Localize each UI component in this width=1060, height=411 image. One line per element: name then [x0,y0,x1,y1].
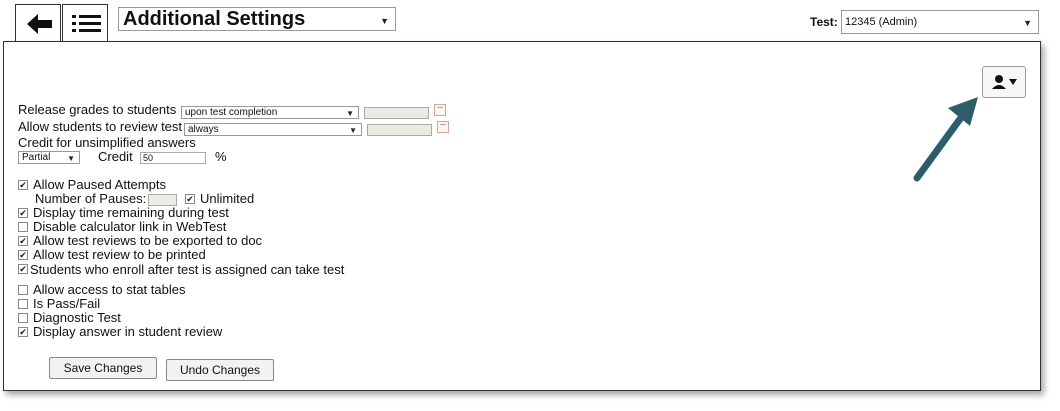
allow-paused-attempts-label: Allow Paused Attempts [33,177,166,192]
percent-label: % [215,149,227,164]
disable-calculator-label: Disable calculator link in WebTest [33,219,227,234]
release-grades-select[interactable]: upon test completion ▼ [181,106,359,119]
unlimited-checkbox[interactable]: ✔ [185,194,195,204]
diagnostic-test-checkbox[interactable] [18,313,28,323]
undo-changes-button[interactable]: Undo Changes [166,359,274,381]
credit-percent-input[interactable]: 50 [140,152,206,164]
disable-calculator-checkbox[interactable] [18,222,28,232]
test-select-value: 12345 (Admin) [845,16,918,28]
allow-print-review-checkbox[interactable]: ✔ [18,250,28,260]
chevron-down-icon: ▼ [1023,18,1032,28]
chevron-down-icon: ▼ [349,126,357,135]
calendar-icon[interactable] [437,121,449,133]
allow-review-value: always [188,124,219,135]
release-date-input[interactable] [364,107,429,119]
is-pass-fail-checkbox[interactable] [18,299,28,309]
is-pass-fail-label: Is Pass/Fail [33,296,101,311]
review-date-input[interactable] [367,124,432,136]
late-enroll-take-test-label: Students who enroll after test is assign… [30,262,345,277]
allow-stat-tables-checkbox[interactable] [18,285,28,295]
late-enroll-take-test-checkbox[interactable]: ✔ [18,264,28,274]
chevron-down-icon: ▼ [380,16,389,26]
annotation-arrow-icon [913,97,978,182]
save-changes-button[interactable]: Save Changes [49,357,157,379]
chevron-down-icon: ▼ [67,154,75,163]
back-button[interactable] [15,4,61,42]
display-time-remaining-checkbox[interactable]: ✔ [18,208,28,218]
display-answer-review-label: Display answer in student review [33,324,223,339]
release-grades-label: Release grades to students [18,102,177,117]
credit-type-select[interactable]: Partial ▼ [18,151,80,164]
test-label: Test: [810,15,838,29]
allow-paused-attempts-checkbox[interactable]: ✔ [18,180,28,190]
unlimited-label: Unlimited [200,191,255,206]
display-time-remaining-label: Display time remaining during test [33,205,229,220]
back-arrow-icon [27,14,52,34]
credit-type-value: Partial [22,152,51,163]
test-select[interactable]: 12345 (Admin) ▼ [841,10,1039,34]
allow-export-doc-label: Allow test reviews to be exported to doc [33,233,263,248]
calendar-icon[interactable] [434,104,446,116]
allow-export-doc-checkbox[interactable]: ✔ [18,236,28,246]
credit-label: Credit [98,149,133,164]
release-grades-value: upon test completion [185,107,278,118]
allow-review-select[interactable]: always ▼ [184,123,362,136]
diagnostic-test-label: Diagnostic Test [33,310,121,325]
chevron-down-icon: ▼ [346,109,354,118]
allow-review-label: Allow students to review test [18,119,183,134]
allow-print-review-label: Allow test review to be printed [33,247,206,262]
number-of-pauses-label: Number of Pauses: [35,191,147,206]
page-select-value: Additional Settings [123,8,306,30]
display-answer-review-checkbox[interactable]: ✔ [18,327,28,337]
list-icon [72,15,101,32]
credit-value: 50 [143,153,154,163]
list-view-button[interactable] [62,4,108,42]
credit-unsimplified-label: Credit for unsimplified answers [18,135,196,150]
allow-stat-tables-label: Allow access to stat tables [33,282,186,297]
page-select[interactable]: Additional Settings ▼ [118,7,396,31]
